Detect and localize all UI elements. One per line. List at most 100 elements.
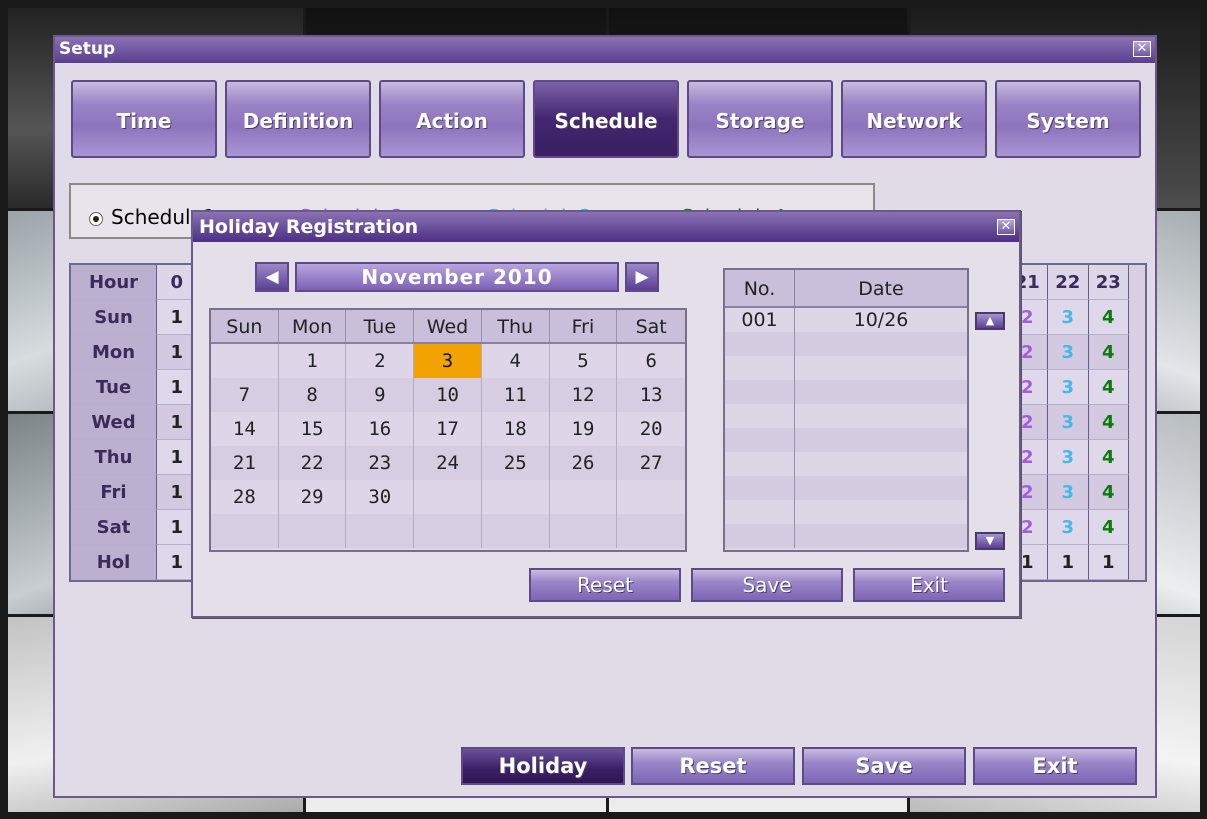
calendar-day[interactable]: 12 — [550, 378, 618, 412]
calendar-day[interactable]: 2 — [346, 344, 415, 378]
calendar-day[interactable]: 22 — [279, 446, 347, 480]
calendar-day[interactable]: 11 — [482, 378, 550, 412]
calendar-day[interactable]: 9 — [346, 378, 415, 412]
holiday-no — [725, 500, 795, 524]
calendar-day[interactable]: 3 — [414, 344, 482, 378]
reset-button[interactable]: Reset — [631, 747, 795, 785]
calendar-day[interactable]: 8 — [279, 378, 347, 412]
save-button[interactable]: Save — [802, 747, 966, 785]
holiday-date — [795, 428, 967, 452]
tab-network[interactable]: Network — [841, 80, 987, 158]
tab-storage[interactable]: Storage — [687, 80, 833, 158]
grid-cell[interactable]: 3 — [1048, 300, 1089, 335]
holiday-date — [795, 356, 967, 380]
scroll-up-button[interactable]: ▲ — [975, 312, 1005, 330]
grid-cell[interactable]: 4 — [1088, 335, 1129, 370]
dialog-save-button[interactable]: Save — [691, 568, 843, 602]
calendar-day[interactable]: 10 — [414, 378, 482, 412]
dialog-reset-button[interactable]: Reset — [529, 568, 681, 602]
grid-cell[interactable]: 4 — [1088, 370, 1129, 405]
calendar-day[interactable]: 18 — [482, 412, 550, 446]
calendar-day[interactable]: 13 — [617, 378, 685, 412]
prev-month-button[interactable]: ◀ — [255, 262, 289, 292]
close-icon[interactable]: ✕ — [997, 219, 1015, 235]
weekday-label: Mon — [279, 310, 347, 342]
dialog-exit-button[interactable]: Exit — [853, 568, 1005, 602]
holiday-list-row[interactable] — [725, 356, 967, 380]
calendar-day[interactable]: 14 — [211, 412, 279, 446]
grid-cell[interactable]: 1 — [1048, 545, 1089, 580]
holiday-no — [725, 476, 795, 500]
holiday-list-row[interactable] — [725, 452, 967, 476]
calendar-day — [211, 514, 279, 548]
calendar-day[interactable]: 4 — [482, 344, 550, 378]
holiday-date — [795, 452, 967, 476]
calendar-day[interactable]: 24 — [414, 446, 482, 480]
holiday-no — [725, 524, 795, 548]
calendar-day[interactable]: 7 — [211, 378, 279, 412]
grid-cell[interactable]: 3 — [1048, 405, 1089, 440]
calendar-day[interactable]: 29 — [279, 480, 347, 514]
calendar-day[interactable]: 26 — [550, 446, 618, 480]
grid-cell[interactable]: 4 — [1088, 300, 1129, 335]
grid-day-label: Wed — [71, 405, 157, 440]
grid-cell[interactable]: 3 — [1048, 370, 1089, 405]
grid-cell[interactable]: 3 — [1048, 510, 1089, 545]
holiday-list-row[interactable] — [725, 380, 967, 404]
grid-cell[interactable]: 3 — [1048, 475, 1089, 510]
holiday-list-row[interactable] — [725, 332, 967, 356]
grid-cell[interactable]: 4 — [1088, 475, 1129, 510]
close-icon[interactable]: ✕ — [1133, 41, 1151, 57]
holiday-list-row[interactable] — [725, 500, 967, 524]
calendar-day — [617, 514, 685, 548]
calendar-day[interactable]: 20 — [617, 412, 685, 446]
exit-button[interactable]: Exit — [973, 747, 1137, 785]
next-month-button[interactable]: ▶ — [625, 262, 659, 292]
grid-day-label: Tue — [71, 370, 157, 405]
calendar-day[interactable]: 1 — [279, 344, 347, 378]
calendar-week-row: 7 8 9 10 11 12 13 — [211, 378, 685, 412]
holiday-list-row[interactable] — [725, 524, 967, 548]
calendar-day[interactable]: 19 — [550, 412, 618, 446]
calendar-day[interactable]: 27 — [617, 446, 685, 480]
tab-schedule[interactable]: Schedule — [533, 80, 679, 158]
calendar-week-row: 123456 — [211, 344, 685, 378]
tab-system[interactable]: System — [995, 80, 1141, 158]
calendar-day[interactable]: 6 — [617, 344, 685, 378]
calendar-day[interactable]: 15 — [279, 412, 347, 446]
calendar-day[interactable]: 17 — [414, 412, 482, 446]
calendar-day — [482, 514, 550, 548]
tab-action[interactable]: Action — [379, 80, 525, 158]
calendar-day[interactable]: 5 — [550, 344, 618, 378]
grid-cell[interactable]: 4 — [1088, 405, 1129, 440]
holiday-no — [725, 428, 795, 452]
calendar-day[interactable]: 25 — [482, 446, 550, 480]
calendar: Sun Mon Tue Wed Thu Fri Sat 1 2 3 4 5 6 7 8 9 10 11 12 13 14… — [209, 308, 687, 552]
grid-cell[interactable]: 1 — [1088, 545, 1129, 580]
calendar-day[interactable]: 16 — [346, 412, 415, 446]
holiday-button[interactable]: Holiday — [461, 747, 625, 785]
calendar-day — [482, 480, 550, 514]
holiday-list-row[interactable] — [725, 428, 967, 452]
calendar-day[interactable]: 28 — [211, 480, 279, 514]
tab-definition[interactable]: Definition — [225, 80, 371, 158]
holiday-list-row[interactable] — [725, 476, 967, 500]
weekday-label: Wed — [414, 310, 482, 342]
calendar-week-row: 14 15 16 17 18 19 20 — [211, 412, 685, 446]
grid-cell[interactable]: 4 — [1088, 510, 1129, 545]
grid-cell[interactable]: 3 — [1048, 440, 1089, 475]
holiday-list-row[interactable] — [725, 404, 967, 428]
col-date: Date — [858, 278, 904, 300]
holiday-no: 001 — [725, 308, 795, 332]
grid-day-label: Sat — [71, 510, 157, 545]
grid-cell[interactable]: 4 — [1088, 440, 1129, 475]
col-no: No. — [725, 270, 795, 306]
scroll-down-button[interactable]: ▼ — [975, 532, 1005, 550]
holiday-list-row[interactable]: 001 10/26 — [725, 308, 967, 332]
grid-cell[interactable]: 3 — [1048, 335, 1089, 370]
calendar-day[interactable]: 30 — [346, 480, 415, 514]
weekday-label: Sun — [211, 310, 279, 342]
calendar-day[interactable]: 23 — [346, 446, 415, 480]
calendar-day[interactable]: 21 — [211, 446, 279, 480]
tab-time[interactable]: Time — [71, 80, 217, 158]
